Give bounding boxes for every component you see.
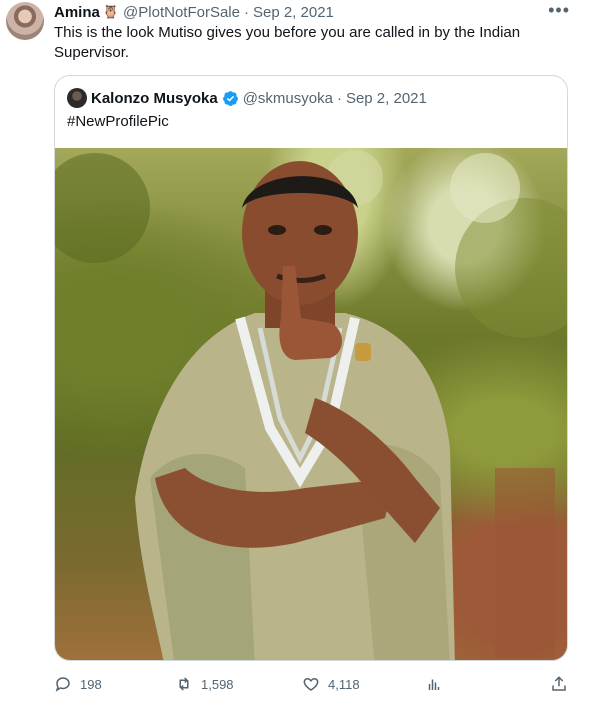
retweet-icon — [179, 677, 189, 691]
owl-emoji-icon: 🦉 — [102, 4, 120, 19]
analytics-button[interactable] — [425, 672, 451, 696]
retweet-count: 1,598 — [201, 676, 234, 692]
author-avatar[interactable] — [6, 2, 44, 40]
more-options-icon[interactable]: ••• — [548, 0, 570, 21]
retweet-button[interactable]: 1,598 — [175, 672, 234, 696]
profile-photo-illustration — [55, 150, 567, 660]
quoted-author-avatar[interactable] — [67, 88, 87, 108]
share-icon — [552, 676, 566, 691]
quoted-tweet[interactable]: Kalonzo Musyoka @skmusyoka · Sep 2, 2021… — [54, 75, 568, 661]
author-name[interactable]: Amina — [54, 4, 100, 21]
quoted-tweet-photo[interactable] — [55, 148, 567, 660]
reply-icon — [55, 677, 70, 692]
reply-count: 198 — [80, 676, 102, 692]
tweet: Amina 🦉 @PlotNotForSale · Sep 2, 2021 ••… — [0, 0, 594, 707]
quoted-tweet-date[interactable]: Sep 2, 2021 — [346, 90, 427, 107]
quoted-tweet-header: Kalonzo Musyoka @skmusyoka · Sep 2, 2021 — [67, 88, 427, 108]
share-button[interactable] — [550, 672, 576, 696]
verified-badge-icon — [222, 90, 238, 106]
reply-button[interactable]: 198 — [54, 672, 102, 696]
author-handle[interactable]: @PlotNotForSale — [123, 4, 240, 21]
tweet-text: This is the look Mutiso gives you before… — [54, 24, 521, 61]
tweet-actions: 198 1,598 4,118 — [0, 672, 594, 696]
tweet-header: Amina 🦉 @PlotNotForSale · Sep 2, 2021 — [54, 2, 334, 22]
quoted-author-name[interactable]: Kalonzo Musyoka — [91, 90, 218, 107]
header-separator: · — [243, 3, 249, 21]
quoted-header-separator: · — [336, 89, 342, 107]
like-count: 4,118 — [328, 676, 360, 692]
heart-icon — [303, 677, 319, 691]
quoted-tweet-text: #NewProfilePic — [67, 113, 169, 130]
quoted-author-handle[interactable]: @skmusyoka — [243, 90, 333, 107]
analytics-icon — [428, 679, 440, 690]
like-button[interactable]: 4,118 — [302, 672, 360, 696]
tweet-date[interactable]: Sep 2, 2021 — [253, 4, 334, 21]
